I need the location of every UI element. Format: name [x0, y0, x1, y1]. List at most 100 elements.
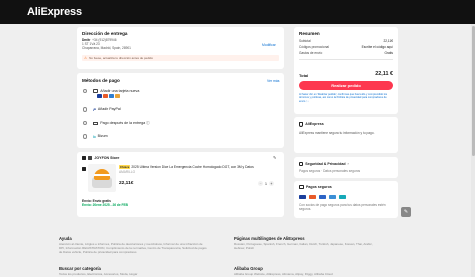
payment-option-label: Añadir una tarjeta nueva — [100, 89, 140, 93]
product-image[interactable] — [88, 164, 116, 192]
delivery-title: Dirección de entrega — [82, 31, 128, 36]
footer-help-title: Ayuda — [59, 236, 72, 241]
paypal-icon — [319, 195, 326, 199]
product-light-band — [94, 174, 110, 176]
legal-text: Al hacer clic en 'Realizar pedido', conf… — [299, 93, 388, 103]
footer-group-text[interactable]: Alibaba Group Website, AliExpress, Alima… — [234, 272, 384, 276]
footer-browse-text[interactable]: Todos los productos, Electrónica, Acceso… — [59, 272, 209, 276]
feedback-button[interactable]: ✎ — [401, 207, 411, 217]
store-name[interactable]: JOYFON Store — [94, 156, 119, 161]
promo-code-label: Códigos promocional — [299, 45, 329, 49]
decrease-qty-button[interactable]: − — [258, 181, 263, 186]
payment-option-cash[interactable]: Pago después de la entrega ⓘ — [83, 121, 150, 126]
footer: Ayuda Atención al cliente, Litigios e in… — [0, 226, 471, 277]
trust-header: AliExpress — [299, 122, 324, 127]
quantity-value: 1 — [265, 181, 267, 186]
subtotal-value: 22,11€ — [383, 39, 393, 43]
payment-option-label: Bizum — [97, 134, 108, 139]
increase-qty-button[interactable]: + — [268, 181, 274, 186]
delivery-address-card: Dirección de entrega Dmitr +34 (912)8799… — [77, 27, 284, 69]
footer-multilingual-title: Páginas multilingües de AliExpress — [234, 236, 305, 241]
delivery-notice: ⚠ No fuese, actualiza tu dirección antes… — [82, 55, 279, 61]
subtotal-label: Subtotal — [299, 39, 311, 43]
radio-button[interactable] — [83, 134, 88, 139]
top-bar: AliExpress — [0, 0, 475, 24]
payment-brands-row — [299, 195, 347, 199]
radio-button[interactable] — [83, 121, 88, 126]
mastercard-icon — [103, 94, 108, 98]
bizum-icon — [339, 195, 346, 199]
paypal-icon: P — [93, 107, 96, 112]
shipping-value: Gratis — [384, 51, 393, 55]
product-checkbox[interactable] — [82, 167, 87, 172]
radio-button[interactable] — [83, 89, 88, 94]
card-icon — [93, 89, 99, 94]
bizum-icon: b — [93, 134, 96, 139]
aliexpress-trust-card: AliExpress AliExpress mantiene segura tu… — [294, 117, 398, 153]
amex-icon — [109, 94, 114, 98]
footer-help-text[interactable]: Atención al cliente, Litigios e informes… — [59, 242, 209, 254]
scrollbar-thumb[interactable] — [471, 26, 475, 156]
secure-payments-header: Pagos seguros — [299, 185, 332, 190]
warning-icon: ⚠ — [84, 56, 88, 60]
security-header[interactable]: Seguridad & Privacidad › — [299, 162, 349, 167]
trust-text: AliExpress mantiene segura tu informació… — [299, 131, 375, 135]
store-icon — [88, 156, 93, 161]
product-title-row: Choice 2025 Ultima Version Dice La Emerg… — [119, 165, 282, 170]
shield-icon — [299, 122, 304, 127]
store-order-card: JOYFON Store ✎ Choice 2025 Ultima Versio… — [77, 152, 284, 217]
place-order-button[interactable]: Realizar pedido — [299, 81, 393, 90]
footer-browse-title: Buscar por categoría — [59, 266, 101, 271]
store-checkbox[interactable] — [82, 156, 87, 161]
aliexpress-logo[interactable]: AliExpress — [27, 6, 82, 18]
cash-icon — [93, 121, 99, 126]
payment-option-bizum[interactable]: b Bizum — [83, 134, 108, 139]
shipping-label: Gastos de envío — [299, 51, 323, 55]
visa-icon — [97, 94, 102, 98]
secure-payments-title: Pagos seguros — [306, 185, 332, 189]
payment-option-label: Añadir PayPal — [97, 107, 121, 112]
security-subtitle: Pagos seguros · Datos personales seguros — [299, 169, 361, 173]
summary-divider — [299, 59, 393, 60]
promo-code-input[interactable]: Escribe el código aquí — [362, 45, 393, 49]
delivery-date: Envío: 20ene 2025 - 26 de FEB — [82, 203, 128, 207]
lock-icon — [299, 162, 304, 167]
chevron-right-icon: › — [347, 162, 349, 167]
payment-title: Métodos de pago — [82, 78, 120, 83]
change-address-link[interactable]: Modificar — [262, 43, 276, 47]
visa-icon — [299, 195, 306, 199]
choice-badge: Choice — [119, 165, 131, 170]
footer-multilingual-text[interactable]: Russian, Portuguese, Spanish, French, Ge… — [234, 242, 384, 250]
security-card: Seguridad & Privacidad › Pagos seguros ·… — [294, 157, 398, 178]
secure-payments-text: Con socios de pago seguros para tus dato… — [299, 203, 386, 212]
order-summary-card: Resumen Subtotal 22,11€ Códigos promocio… — [294, 27, 398, 114]
store-header: JOYFON Store — [82, 156, 119, 161]
delivery-address-line2: Chaparrana, Madrid, Spain, 28901 — [82, 46, 131, 50]
product-price: 22,11€ — [119, 181, 134, 186]
summary-title: Resumen — [299, 31, 320, 36]
total-label: Total — [299, 73, 309, 78]
delivery-notice-text: No fuese, actualiza tu dirección antes d… — [89, 55, 154, 60]
product-variant[interactable]: AMARILLO — [119, 170, 135, 174]
security-title: Seguridad & Privacidad — [305, 162, 346, 166]
payment-option-label: Pago después de la entrega ⓘ — [100, 121, 150, 125]
payment-option-paypal[interactable]: P Añadir PayPal — [83, 107, 121, 112]
card-brand-row — [97, 94, 121, 98]
footer-group-title: Alibaba Group — [234, 266, 263, 271]
product-title[interactable]: 2025 Ultima Version Dice La Emergencia C… — [131, 165, 253, 170]
quantity-stepper[interactable]: − 1 + — [258, 181, 274, 186]
edit-icon[interactable]: ✎ — [273, 155, 276, 160]
card-lock-icon — [299, 185, 304, 190]
edit-icon: ✎ — [403, 209, 409, 215]
mastercard-icon — [309, 195, 316, 199]
radio-button[interactable] — [83, 107, 88, 112]
total-value: 22,11 € — [375, 71, 393, 77]
delivery-contact: Dmitr +34 (912)879946 — [82, 38, 232, 42]
payment-option-card[interactable]: Añadir una tarjeta nueva — [83, 89, 139, 94]
secure-payments-card: Pagos seguros Con socios de pago seguros… — [294, 181, 398, 218]
amex-icon — [329, 195, 336, 199]
trust-title: AliExpress — [305, 122, 324, 127]
discover-icon — [115, 94, 120, 98]
payment-methods-card: Métodos de pago Ver más Añadir una tarje… — [77, 73, 284, 148]
payment-view-all-link[interactable]: Ver más — [267, 79, 279, 83]
